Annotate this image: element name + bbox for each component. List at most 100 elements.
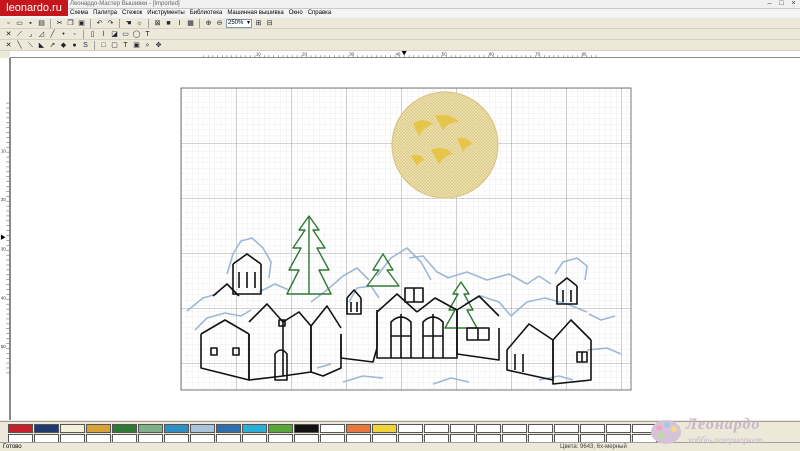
s-curve-icon[interactable]: S [81,41,90,50]
cursor-icon[interactable]: Ι [175,19,184,28]
color-swatch[interactable] [112,424,137,433]
color-swatch[interactable] [216,424,241,433]
flood-fill-icon[interactable]: ◪ [110,30,119,39]
ruler-top-label: 70 [535,51,540,56]
eyedropper-icon[interactable]: ⌇ [99,30,108,39]
diagonal-tool-icon[interactable]: ⟍ [26,41,35,50]
zoom-in-icon[interactable]: ⊕ [204,19,213,28]
ruler-position-marker [0,234,6,240]
color-swatch[interactable] [320,424,345,433]
cross-tool-icon[interactable]: ✕ [4,41,13,50]
color-swatch[interactable] [554,424,579,433]
cut-icon[interactable]: ✂ [55,19,64,28]
color-swatch[interactable] [424,424,449,433]
copy-icon[interactable]: ❐ [66,19,75,28]
undo-icon[interactable]: ↶ [95,19,104,28]
top-ruler: 10 20 30 40 50 60 70 80 [10,51,800,58]
corner-tool-icon[interactable]: ◣ [37,41,46,50]
backstitch-icon[interactable]: ╱ [48,30,57,39]
color-swatch[interactable] [450,424,475,433]
paste-icon[interactable]: ▣ [77,19,86,28]
ruler-left-label: 20 [1,197,7,202]
french-knot-icon[interactable]: • [59,30,68,39]
frame-icon[interactable]: □ [99,41,108,50]
save-icon[interactable]: ▪ [26,19,35,28]
color-swatch[interactable] [268,424,293,433]
color-swatch[interactable] [502,424,527,433]
menu-item-library[interactable]: Библиотека [190,9,223,18]
grid-square-icon[interactable]: ▦ [186,19,195,28]
logo-subtitle: хобби-гипермаркет [688,435,763,445]
color-swatch[interactable] [242,424,267,433]
zoom-out-icon[interactable]: ⊖ [215,19,224,28]
menu-item-machine-embroidery[interactable]: Машинная вышивка [227,9,283,18]
ruler-top-label: 20 [302,51,307,56]
toolbar-standard: ▫ ▭ ▪ ▤ ✂ ❐ ▣ ↶ ↷ ☚ ☼ ⊠ ■ Ι ▦ ⊕ ⊖ 250% ⊞… [0,18,800,29]
color-swatch[interactable] [476,424,501,433]
color-swatch[interactable] [86,424,111,433]
menu-item-scheme[interactable]: Схема [70,9,88,18]
fit-icon[interactable]: ⊞ [254,19,263,28]
text-tool-icon[interactable]: T [143,30,152,39]
toolbar-drawing: ✕ ╲ ⟍ ◣ ➚ ◆ ● S □ ▢ T ▣ ⌕ ✥ [0,40,800,51]
color-swatch[interactable] [528,424,553,433]
window-title: Леонардо-Мастер Вышивки - [Imported] [70,1,180,7]
color-swatch[interactable] [346,424,371,433]
zoom-select[interactable]: 250% [226,18,252,28]
pattern-svg[interactable] [11,58,800,420]
ruler-top-label: 80 [582,51,587,56]
zoom-value: 250% [228,19,244,26]
color-swatch[interactable] [164,424,189,433]
palette-logo-icon [651,420,681,444]
open-file-icon[interactable]: ▭ [15,19,24,28]
eraser-icon[interactable]: ▯ [88,30,97,39]
menu-item-palette[interactable]: Палитра [93,9,117,18]
bead-icon[interactable]: ◦ [70,30,79,39]
menu-item-help[interactable]: Справка [308,9,332,18]
lightbulb-icon[interactable]: ☼ [135,19,144,28]
color-swatch[interactable] [190,424,215,433]
color-swatch[interactable] [398,424,423,433]
quarter-stitch-icon[interactable]: ⌟ [26,30,35,39]
pan-icon[interactable]: ✥ [154,41,163,50]
color-swatch[interactable] [138,424,163,433]
redo-icon[interactable]: ↷ [106,19,115,28]
full-stitch-icon[interactable]: ✕ [4,30,13,39]
minimize-icon[interactable]: – [765,0,774,8]
left-ruler: 10 20 30 40 50 [0,58,10,420]
color-swatch[interactable] [60,424,85,433]
title-bar: Леонардо-Мастер Вышивки - [Imported] – □… [0,0,800,9]
three-quarter-stitch-icon[interactable]: ◿ [37,30,46,39]
rectangle-tool-icon[interactable]: ▭ [121,30,130,39]
menu-item-window[interactable]: Окно [289,9,303,18]
color-swatch[interactable] [294,424,319,433]
diamond-tool-icon[interactable]: ◆ [59,41,68,50]
toolbar-separator [90,18,91,28]
frame-round-icon[interactable]: ▢ [110,41,119,50]
half-stitch-icon[interactable]: ⟋ [15,30,24,39]
fill-icon[interactable]: ■ [164,19,173,28]
menu-item-stitch[interactable]: Стежок [122,9,142,18]
print-icon[interactable]: ▤ [37,19,46,28]
toolbar-separator [148,18,149,28]
arrow-tool-icon[interactable]: ➚ [48,41,57,50]
color-swatch[interactable] [34,424,59,433]
color-swatch[interactable] [372,424,397,433]
color-swatch[interactable] [606,424,631,433]
line-tool-icon[interactable]: ╲ [15,41,24,50]
menu-item-tools[interactable]: Инструменты [147,9,184,18]
close-icon[interactable]: × [789,0,798,8]
image-icon[interactable]: ▣ [132,41,141,50]
color-swatch[interactable] [8,424,33,433]
type-icon[interactable]: T [121,41,130,50]
design-canvas[interactable] [10,58,800,420]
ellipse-tool-icon[interactable]: ◯ [132,30,141,39]
new-file-icon[interactable]: ▫ [4,19,13,28]
color-swatch[interactable] [580,424,605,433]
maximize-icon[interactable]: □ [777,0,786,8]
magnifier-icon[interactable]: ⌕ [143,41,152,50]
circle-tool-icon[interactable]: ● [70,41,79,50]
select-icon[interactable]: ⊠ [153,19,162,28]
grid-toggle-icon[interactable]: ⊟ [265,19,274,28]
hand-icon[interactable]: ☚ [124,19,133,28]
